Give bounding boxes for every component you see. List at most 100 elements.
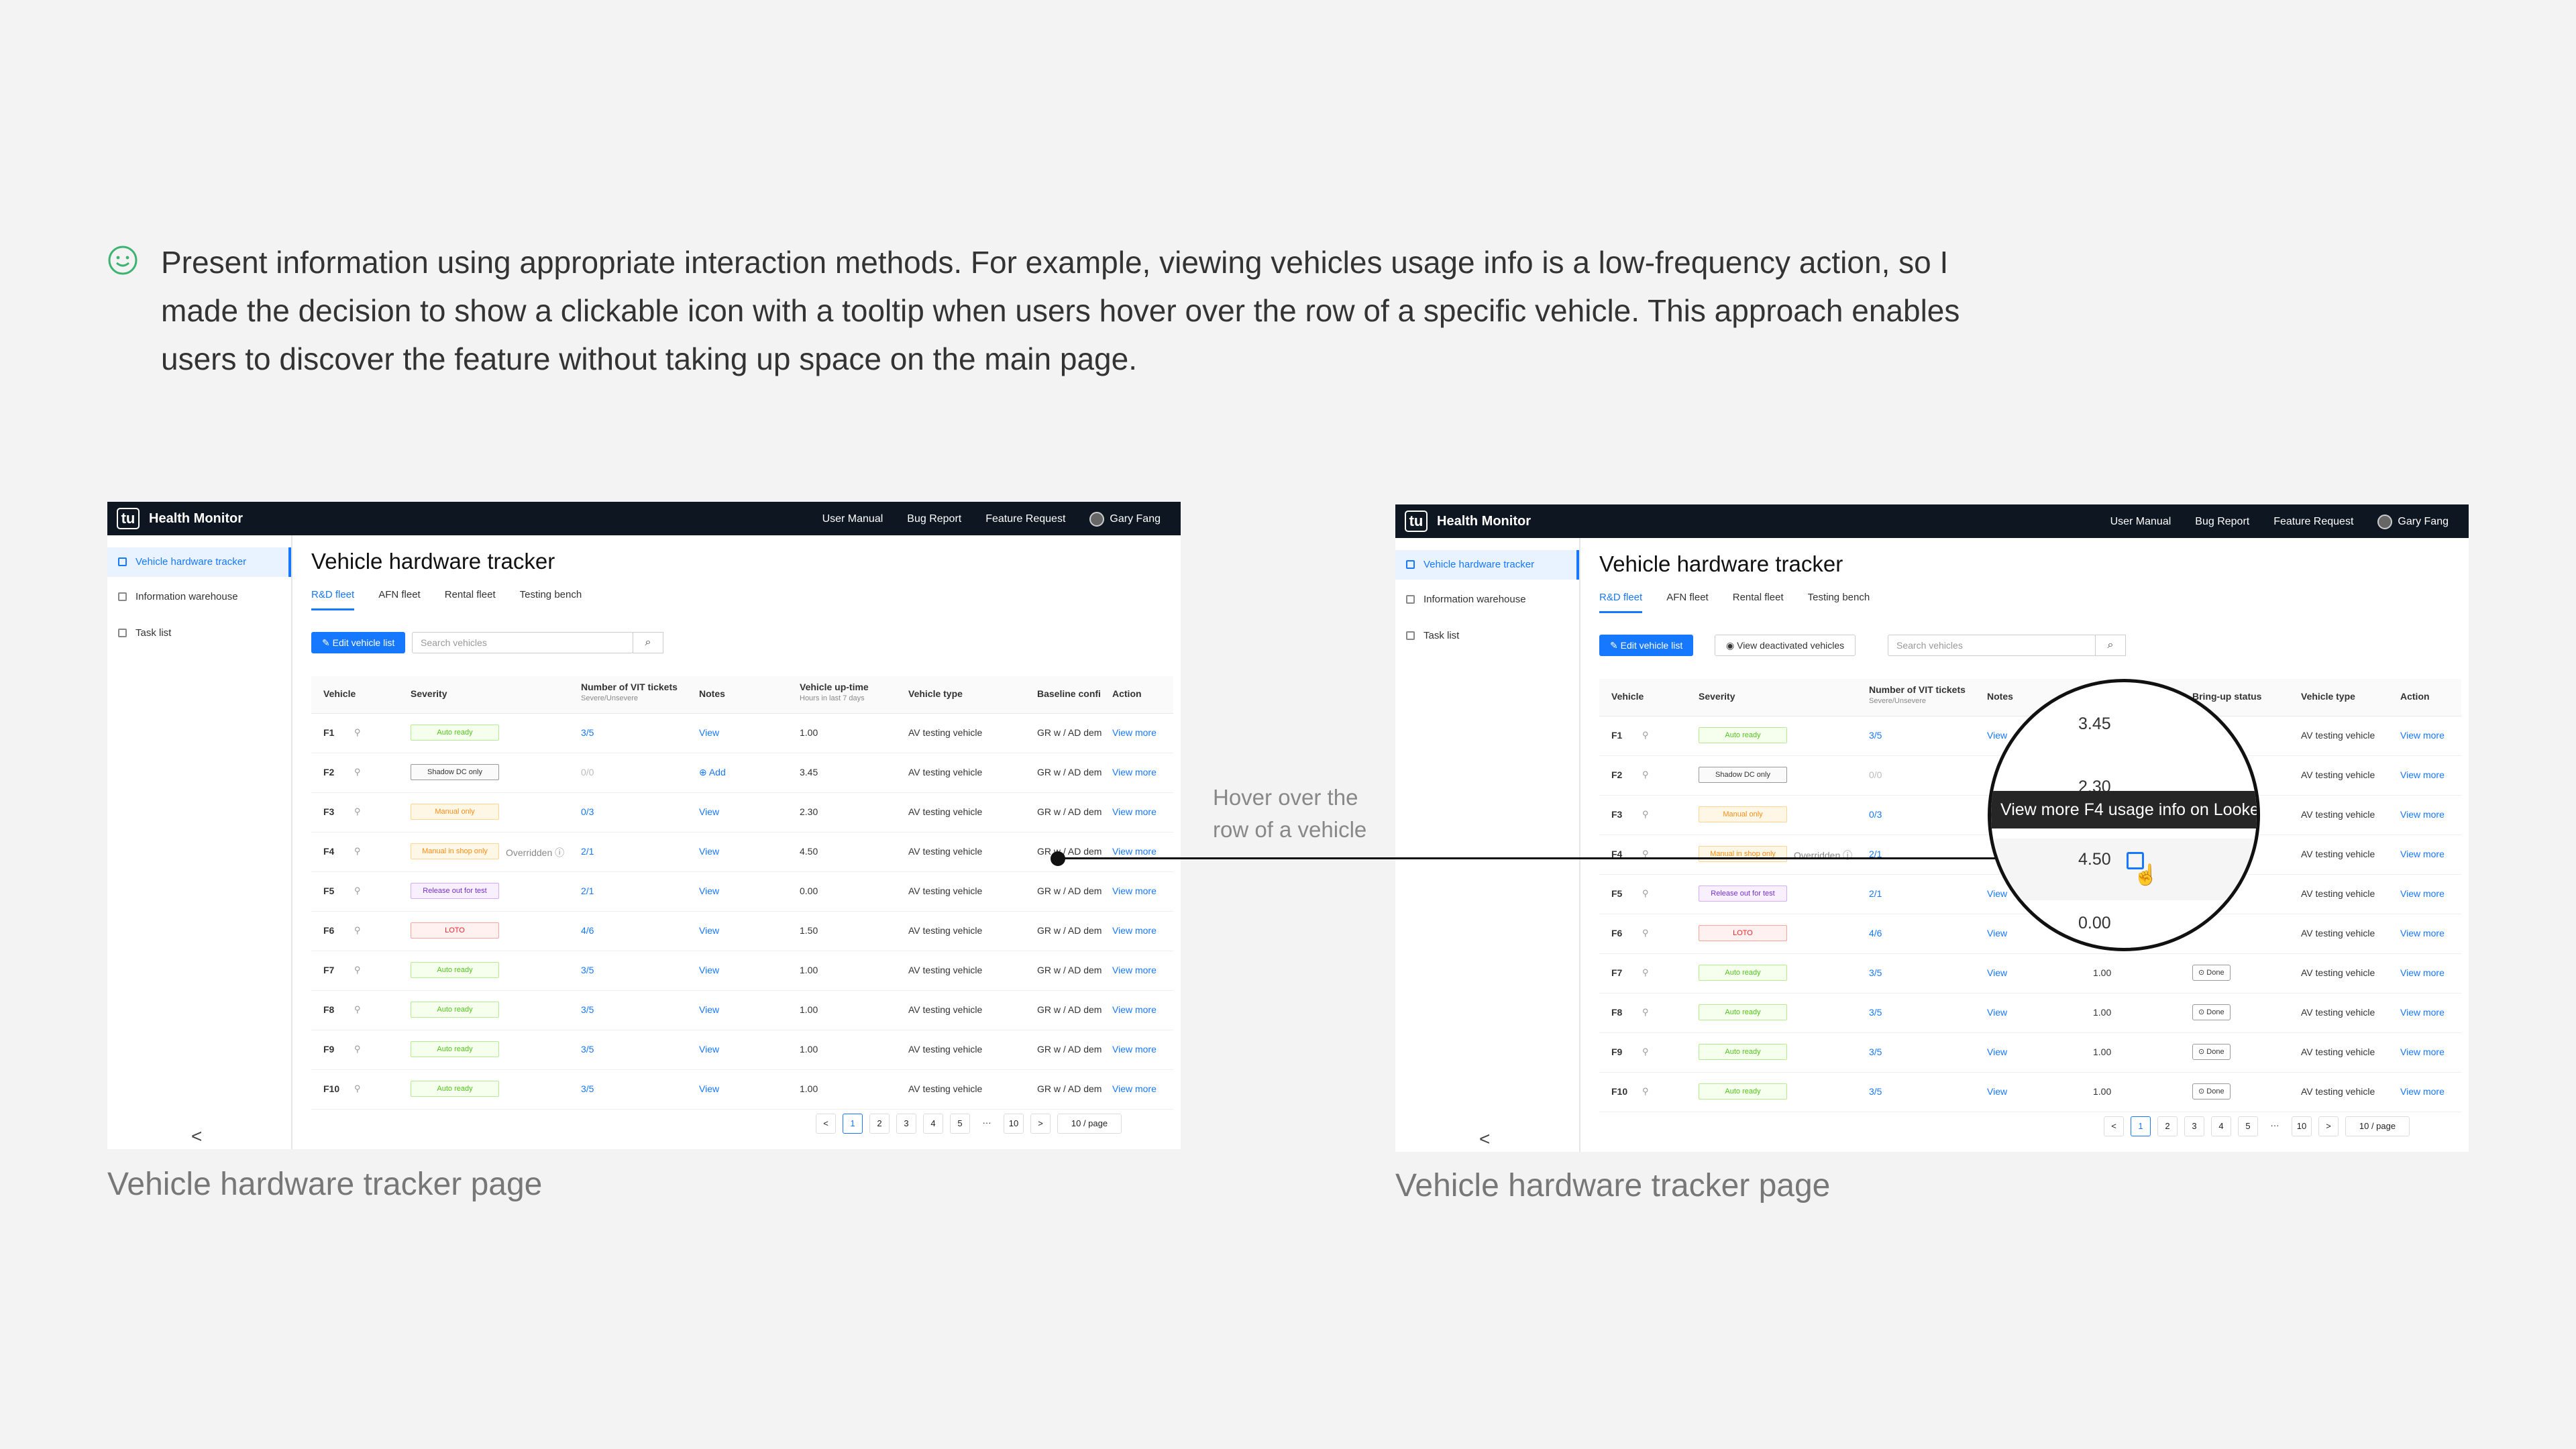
view-more-link[interactable]: View more	[2400, 967, 2445, 978]
sidebar-item-task-list[interactable]: Task list	[107, 619, 291, 648]
vit-tickets-link[interactable]: 3/5	[581, 727, 594, 738]
table-row[interactable]: F8 ⚲ Auto ready 3/5 View 1.00 ⊙ Done AV testing…	[1599, 994, 2461, 1033]
col-tickets[interactable]: Number of VIT tickets Severe/Unsevere	[1869, 684, 1966, 705]
sidebar-item-task-list[interactable]: Task list	[1395, 621, 1579, 651]
vehicle-name[interactable]: F8	[1611, 1007, 1622, 1018]
view-more-link[interactable]: View more	[1112, 727, 1157, 738]
view-more-link[interactable]: View more	[2400, 769, 2445, 780]
notes-link[interactable]: View	[699, 965, 719, 975]
app-logo[interactable]: tu	[117, 508, 140, 529]
pin-icon[interactable]: ⚲	[354, 925, 361, 936]
prev-page-icon[interactable]: <	[2104, 1116, 2124, 1136]
notes-link[interactable]: View	[699, 925, 719, 936]
page-button[interactable]: 1	[2131, 1116, 2151, 1136]
view-more-link[interactable]: View more	[2400, 888, 2445, 899]
vit-tickets-link[interactable]: 0/0	[581, 767, 594, 777]
view-more-link[interactable]: View more	[2400, 849, 2445, 859]
vehicle-name[interactable]: F1	[1611, 730, 1622, 741]
page-button[interactable]: 4	[2211, 1116, 2231, 1136]
pin-icon[interactable]: ⚲	[1642, 967, 1649, 978]
notes-link[interactable]: View	[699, 1044, 719, 1055]
view-more-link[interactable]: View more	[1112, 1083, 1157, 1094]
vit-tickets-link[interactable]: 2/1	[581, 846, 594, 857]
search-icon[interactable]: ⌕	[2095, 635, 2126, 656]
user-menu[interactable]: Gary Fang	[2377, 515, 2449, 529]
tab-afn-fleet[interactable]: AFN fleet	[1666, 592, 1709, 613]
view-more-link[interactable]: View more	[1112, 925, 1157, 936]
view-deactivated-button[interactable]: ◉ View deactivated vehicles	[1715, 635, 1856, 656]
vit-tickets-link[interactable]: 0/0	[1869, 769, 1882, 780]
nav-feature-request[interactable]: Feature Request	[2273, 516, 2353, 528]
pin-icon[interactable]: ⚲	[354, 1083, 361, 1094]
tab-afn-fleet[interactable]: AFN fleet	[378, 589, 421, 610]
page-button[interactable]: 5	[2238, 1116, 2258, 1136]
table-row[interactable]: F4 ⚲ Manual in shop only Overridden ⓘ 2/1 Vie…	[311, 833, 1173, 872]
nav-user-manual[interactable]: User Manual	[2110, 516, 2171, 528]
edit-vehicle-list-button[interactable]: ✎ Edit vehicle list	[311, 632, 406, 653]
view-more-link[interactable]: View more	[2400, 1046, 2445, 1057]
vehicle-name[interactable]: F8	[323, 1004, 334, 1015]
nav-bug-report[interactable]: Bug Report	[2195, 516, 2249, 528]
view-more-link[interactable]: View more	[1112, 767, 1157, 777]
table-row[interactable]: F2 ⚲ Shadow DC only 0/0 ⊕ Add 3.45 AV testing …	[311, 753, 1173, 793]
search-input[interactable]: Search vehicles ⌕	[412, 632, 663, 653]
col-uptime[interactable]: Vehicle up-time Hours in last 7 days	[800, 682, 869, 702]
notes-link[interactable]: View	[699, 806, 719, 817]
table-row[interactable]: F1 ⚲ Auto ready 3/5 View 1.00 AV testing vehic…	[311, 714, 1173, 753]
view-more-link[interactable]: View more	[2400, 1007, 2445, 1018]
pin-icon[interactable]: ⚲	[354, 767, 361, 777]
tab-testing-bench[interactable]: Testing bench	[1808, 592, 1870, 613]
notes-link[interactable]: ⊕ Add	[699, 767, 726, 778]
view-more-link[interactable]: View more	[2400, 928, 2445, 938]
view-more-link[interactable]: View more	[2400, 809, 2445, 820]
page-button[interactable]: 5	[950, 1114, 970, 1134]
view-more-link[interactable]: View more	[1112, 1044, 1157, 1055]
col-baseline[interactable]: Baseline confi	[1037, 688, 1101, 699]
notes-link[interactable]: View	[699, 846, 719, 857]
notes-link[interactable]: View	[1987, 1007, 2007, 1018]
nav-user-manual[interactable]: User Manual	[822, 513, 883, 525]
col-vehicle[interactable]: Vehicle	[1611, 691, 1644, 702]
view-more-link[interactable]: View more	[1112, 846, 1157, 857]
pin-icon[interactable]: ⚲	[354, 885, 361, 896]
page-button[interactable]: 10	[2292, 1116, 2312, 1136]
edit-vehicle-list-button[interactable]: ✎ Edit vehicle list	[1599, 635, 1694, 656]
notes-link[interactable]: View	[1987, 1086, 2007, 1097]
pin-icon[interactable]: ⚲	[1642, 1046, 1649, 1057]
col-bringup-status[interactable]: Bring-up status	[2192, 691, 2261, 702]
next-page-icon[interactable]: >	[2318, 1116, 2339, 1136]
vit-tickets-link[interactable]: 0/3	[581, 806, 594, 817]
pin-icon[interactable]: ⚲	[354, 806, 361, 817]
prev-page-icon[interactable]: <	[816, 1114, 836, 1134]
tab-testing-bench[interactable]: Testing bench	[520, 589, 582, 610]
col-tickets[interactable]: Number of VIT tickets Severe/Unsevere	[581, 682, 678, 702]
nav-bug-report[interactable]: Bug Report	[907, 513, 961, 525]
table-row[interactable]: F9 ⚲ Auto ready 3/5 View 1.00 ⊙ Done AV testing…	[1599, 1033, 2461, 1073]
vehicle-name[interactable]: F6	[1611, 928, 1622, 938]
vehicle-name[interactable]: F5	[323, 885, 334, 896]
pin-icon[interactable]: ⚲	[354, 727, 361, 738]
col-vehicle-type[interactable]: Vehicle type	[908, 688, 963, 699]
page-size-select[interactable]: 10 / page	[2345, 1116, 2410, 1136]
view-more-link[interactable]: View more	[1112, 806, 1157, 817]
notes-link[interactable]: View	[1987, 1046, 2007, 1057]
sidebar-item-information-warehouse[interactable]: Information warehouse	[107, 582, 291, 612]
next-page-icon[interactable]: >	[1030, 1114, 1051, 1134]
user-menu[interactable]: Gary Fang	[1089, 512, 1161, 527]
pin-icon[interactable]: ⚲	[1642, 1086, 1649, 1097]
table-row[interactable]: F10 ⚲ Auto ready 3/5 View 1.00 ⊙ Done AV testin…	[1599, 1073, 2461, 1112]
sidebar-item-vehicle-hardware-tracker[interactable]: Vehicle hardware tracker	[107, 547, 291, 577]
page-button[interactable]: 3	[896, 1114, 916, 1134]
table-row[interactable]: F6 ⚲ LOTO 4/6 View AV testing vehicle View mor…	[1599, 914, 2461, 954]
view-more-link[interactable]: View more	[1112, 965, 1157, 975]
vit-tickets-link[interactable]: 3/5	[1869, 1007, 1882, 1018]
vit-tickets-link[interactable]: 3/5	[581, 1044, 594, 1055]
vit-tickets-link[interactable]: 0/3	[1869, 809, 1882, 820]
app-logo[interactable]: tu	[1405, 511, 1428, 532]
pin-icon[interactable]: ⚲	[1642, 1007, 1649, 1018]
notes-link[interactable]: View	[1987, 730, 2007, 741]
vit-tickets-link[interactable]: 3/5	[1869, 1046, 1882, 1057]
search-input[interactable]: Search vehicles ⌕	[1888, 635, 2126, 656]
view-more-link[interactable]: View more	[2400, 1086, 2445, 1097]
col-vehicle-type[interactable]: Vehicle type	[2301, 691, 2355, 702]
